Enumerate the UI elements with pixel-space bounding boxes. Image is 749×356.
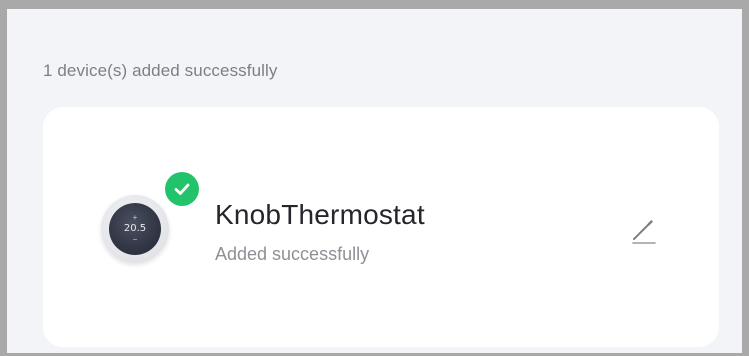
- device-status: Added successfully: [215, 244, 370, 264]
- check-icon: [165, 172, 199, 206]
- minus-mark-icon: −: [132, 235, 138, 244]
- pencil-icon: [632, 220, 656, 244]
- device-card[interactable]: + 20.5 − KnobThermostat Added successful…: [43, 107, 719, 347]
- thermostat-temperature: 20.5: [123, 223, 147, 234]
- device-name: KnobThermostat: [215, 199, 425, 230]
- device-added-screen: 1 device(s) added successfully + 20.5 − …: [7, 9, 742, 353]
- thermostat-icon: + 20.5 −: [101, 195, 169, 263]
- plus-mark-icon: +: [132, 213, 138, 222]
- thermostat-display: + 20.5 −: [109, 203, 161, 255]
- edit-device-name-button[interactable]: [623, 211, 663, 251]
- added-summary-text: 1 device(s) added successfully: [43, 61, 278, 80]
- window-frame: 1 device(s) added successfully + 20.5 − …: [0, 0, 749, 356]
